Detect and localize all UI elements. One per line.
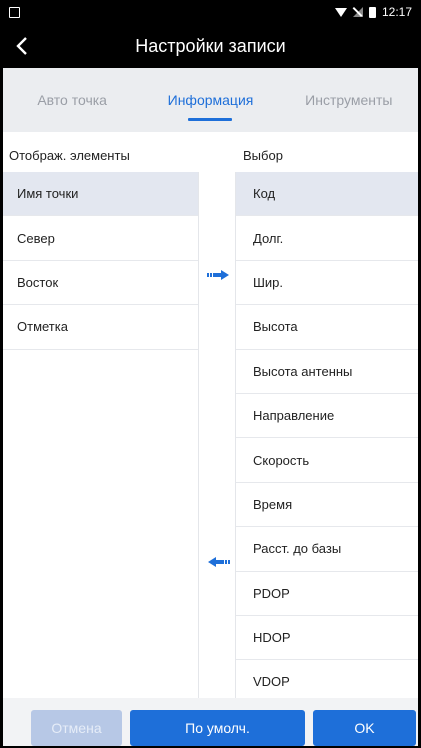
list-item-label: Имя точки <box>17 186 79 202</box>
list-item-label: Код <box>253 186 276 202</box>
tab-information[interactable]: Информация <box>141 68 279 132</box>
list-item-label: PDOP <box>253 585 290 601</box>
status-bar: 12:17 <box>3 2 418 24</box>
default-button[interactable]: По умолч. <box>130 710 305 746</box>
list-item-label: Отметка <box>17 319 68 335</box>
selection-list: Код Долг. Шир. Высота Высота антенны Нап… <box>235 172 418 705</box>
battery-icon <box>368 6 376 18</box>
list-item-label: Высота <box>253 319 298 335</box>
list-item[interactable]: HDOP <box>236 616 418 661</box>
list-item[interactable]: Код <box>236 172 418 217</box>
list-item-label: Север <box>17 230 55 246</box>
list-item[interactable]: Направление <box>236 394 418 439</box>
list-item[interactable]: Расст. до базы <box>236 527 418 572</box>
list-item-label: Долг. <box>253 230 284 246</box>
list-item[interactable]: Отметка <box>3 305 198 350</box>
list-item[interactable]: Шир. <box>236 261 418 306</box>
arrow-left-icon <box>208 557 230 567</box>
column-headers: Отображ. элементы Выбор <box>3 132 418 172</box>
no-signal-icon <box>352 7 363 17</box>
title-bar: Настройки записи <box>3 24 418 68</box>
list-item-label: Шир. <box>253 274 284 290</box>
list-item[interactable]: Север <box>3 216 198 261</box>
status-icons: 12:17 <box>334 5 412 19</box>
app-screen: 12:17 Настройки записи Авто точка Информ… <box>3 2 418 746</box>
list-item[interactable]: Скорость <box>236 438 418 483</box>
list-item[interactable]: Время <box>236 483 418 528</box>
list-item[interactable]: Восток <box>3 261 198 306</box>
status-time: 12:17 <box>381 5 412 19</box>
list-item-label: Скорость <box>253 452 310 468</box>
list-item[interactable]: PDOP <box>236 572 418 616</box>
list-item-label: Направление <box>253 408 335 424</box>
list-item[interactable]: Имя точки <box>3 172 198 217</box>
move-right-button[interactable] <box>207 270 231 280</box>
tab-bar: Авто точка Информация Инструменты <box>3 68 418 132</box>
list-item[interactable]: Высота <box>236 305 418 350</box>
displayed-elements-list: Имя точки Север Восток Отметка <box>3 172 199 698</box>
list-item-label: Расст. до базы <box>253 541 342 557</box>
move-left-button[interactable] <box>206 557 230 567</box>
displayed-elements-header: Отображ. элементы <box>9 148 130 163</box>
transfer-controls <box>199 172 235 698</box>
list-item-label: Время <box>253 496 293 512</box>
bottom-action-bar: Отмена По умолч. OK <box>3 698 418 746</box>
list-item[interactable]: Долг. <box>236 216 418 261</box>
list-item-label: HDOP <box>253 630 291 646</box>
ok-button[interactable]: OK <box>313 710 416 746</box>
list-item-label: VDOP <box>253 674 290 690</box>
list-item-label: Высота антенны <box>253 363 353 379</box>
tab-tools[interactable]: Инструменты <box>280 68 418 132</box>
list-item-label: Восток <box>17 274 59 290</box>
selection-header: Выбор <box>243 148 283 163</box>
tab-auto-point[interactable]: Авто точка <box>3 68 141 132</box>
arrow-right-icon <box>207 270 229 280</box>
cancel-button[interactable]: Отмена <box>31 710 122 746</box>
image-notification-icon <box>9 7 20 18</box>
wifi-icon <box>334 7 347 17</box>
page-title: Настройки записи <box>135 36 286 56</box>
list-item[interactable]: Высота антенны <box>236 350 418 394</box>
